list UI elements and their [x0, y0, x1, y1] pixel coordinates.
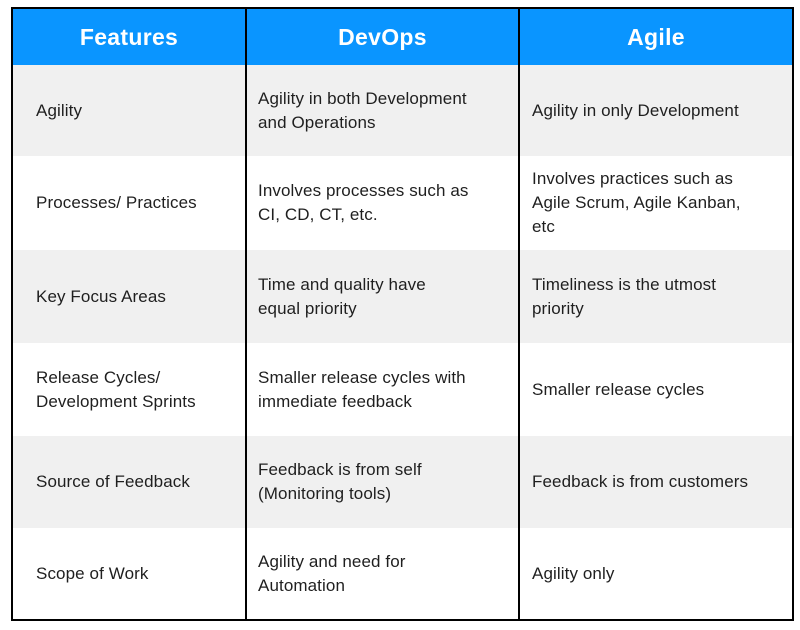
header-agile-label: Agile [627, 24, 685, 50]
header-devops-label: DevOps [338, 24, 427, 50]
table-row-agile-cell: Feedback is from customers [520, 436, 792, 528]
table-row-devops-cell: Feedback is from self (Monitoring tools) [247, 436, 520, 528]
table-row-agile-cell: Agility in only Development [520, 65, 792, 156]
agile-text: Timeliness is the utmost priority [532, 274, 717, 318]
header-features: Features [13, 9, 247, 65]
header-devops: DevOps [247, 9, 520, 65]
devops-text: Agility and need for Automation [258, 551, 406, 595]
devops-text: Agility in both Development and Operatio… [258, 88, 467, 132]
table-row-devops-cell: Smaller release cycles with immediate fe… [247, 343, 520, 436]
devops-text: Involves processes such as CI, CD, CT, e… [258, 181, 469, 224]
table-row-agile-cell: Smaller release cycles [520, 343, 792, 436]
table-row-devops-cell: Time and quality have equal priority [247, 250, 520, 343]
devops-text: Feedback is from self (Monitoring tools) [258, 460, 422, 503]
agile-text: Agility only [532, 563, 615, 583]
feature-text: Release Cycles/ Development Sprints [36, 367, 196, 411]
table-row-agile-cell: Involves practices such as Agile Scrum, … [520, 156, 792, 250]
table-row-feature-cell: Agility [13, 65, 247, 156]
agile-text: Involves practices such as Agile Scrum, … [532, 169, 741, 236]
devops-text: Smaller release cycles with immediate fe… [258, 367, 466, 411]
devops-text: Time and quality have equal priority [258, 274, 426, 318]
feature-text: Source of Feedback [36, 472, 190, 491]
feature-text: Scope of Work [36, 563, 149, 583]
header-features-label: Features [79, 24, 179, 50]
table-row-devops-cell: Agility and need for Automation [247, 528, 520, 619]
agile-text: Smaller release cycles [532, 379, 705, 399]
agile-text: Agility in only Development [532, 100, 739, 120]
header-agile: Agile [520, 9, 792, 65]
table-row-feature-cell: Source of Feedback [13, 436, 247, 528]
feature-text: Key Focus Areas [36, 286, 167, 306]
comparison-table: Features DevOps Agile Agility Agility in… [11, 7, 794, 621]
feature-text: Agility [36, 100, 83, 120]
table-row-feature-cell: Release Cycles/ Development Sprints [13, 343, 247, 436]
feature-text: Processes/ Practices [36, 193, 197, 212]
table-row-devops-cell: Involves processes such as CI, CD, CT, e… [247, 156, 520, 250]
table-row-agile-cell: Agility only [520, 528, 792, 619]
table-row-feature-cell: Key Focus Areas [13, 250, 247, 343]
table-row-feature-cell: Processes/ Practices [13, 156, 247, 250]
table-row-devops-cell: Agility in both Development and Operatio… [247, 65, 520, 156]
agile-text: Feedback is from customers [532, 472, 749, 491]
table-row-feature-cell: Scope of Work [13, 528, 247, 619]
table-row-agile-cell: Timeliness is the utmost priority [520, 250, 792, 343]
